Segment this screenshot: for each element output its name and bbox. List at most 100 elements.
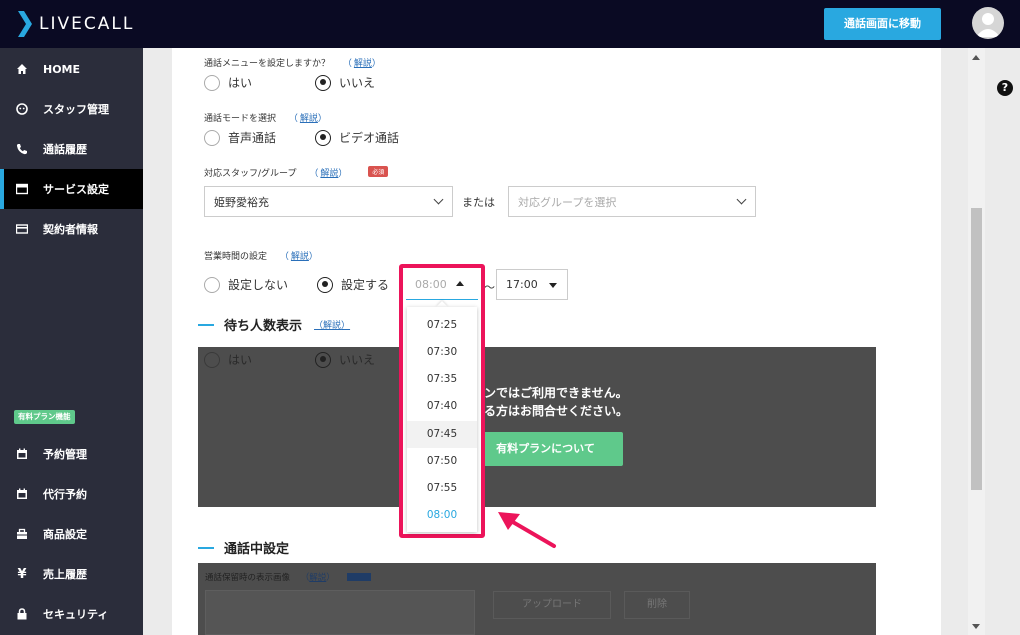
time-option[interactable]: 07:30 xyxy=(407,339,477,366)
sidebar-item-service-settings[interactable]: サービス設定 xyxy=(0,169,143,209)
time-option-hovered[interactable]: 07:45 xyxy=(407,421,477,448)
chevron-down-icon xyxy=(736,194,747,205)
user-avatar[interactable] xyxy=(972,7,1004,39)
sidebar-item-reservations[interactable]: 予約管理 xyxy=(0,434,143,474)
time-option[interactable]: 07:25 xyxy=(407,312,477,339)
sidebar-item-label: 商品設定 xyxy=(43,528,87,541)
sidebar-item-label: スタッフ管理 xyxy=(43,103,109,116)
logo-chevron-icon xyxy=(18,11,32,37)
go-to-call-screen-button[interactable]: 通話画面に移動 xyxy=(824,8,941,40)
sidebar-item-call-history[interactable]: 通話履歴 xyxy=(0,129,143,169)
sidebar-item-label: セキュリティ xyxy=(43,608,109,621)
voice-call-radio[interactable]: 音声通話 xyxy=(204,129,276,146)
call-menu-no-radio[interactable]: いいえ xyxy=(315,74,375,91)
lock-icon xyxy=(15,607,29,621)
scroll-up-icon[interactable] xyxy=(972,55,980,60)
radio-circle xyxy=(204,74,220,91)
waiting-help-link[interactable]: （解説） xyxy=(314,318,350,331)
end-time-select[interactable]: 17:00 xyxy=(496,269,568,300)
paid-plan-overlay xyxy=(198,347,876,507)
sidebar-item-proxy-reservation[interactable]: 代行予約 xyxy=(0,474,143,514)
paid-plan-badge: 有料プラン機能 xyxy=(14,410,75,424)
sidebar-item-sales-history[interactable]: ¥ 売上履歴 xyxy=(0,554,143,594)
radio-circle xyxy=(204,351,220,368)
scroll-thumb[interactable] xyxy=(971,208,982,490)
overlay-message-line2: る方はお問合せください。 xyxy=(484,404,629,418)
help-icon[interactable]: ? xyxy=(997,80,1013,96)
upload-button[interactable]: アップロード xyxy=(493,591,611,619)
hours-label: 営業時間の設定 （解説） xyxy=(204,252,318,262)
hours-on-radio[interactable]: 設定する xyxy=(317,276,389,293)
sidebar: HOME スタッフ管理 通話履歴 サービス設定 契約者情報 有料プラン機能 予約… xyxy=(0,48,143,635)
calendar-icon xyxy=(15,447,29,461)
staff-icon xyxy=(15,102,29,116)
waiting-yes-radio: はい xyxy=(204,351,252,368)
sidebar-item-label: 予約管理 xyxy=(43,448,87,461)
waiting-no-radio: いいえ xyxy=(315,351,375,368)
sidebar-item-label: 通話履歴 xyxy=(43,143,87,156)
time-option[interactable]: 07:40 xyxy=(407,393,477,420)
staff-select[interactable]: 姫野愛裕充 xyxy=(204,186,453,217)
home-icon xyxy=(15,62,29,76)
calendar-icon xyxy=(15,487,29,501)
video-call-radio[interactable]: ビデオ通話 xyxy=(315,129,399,146)
call-mode-help-link[interactable]: 解説 xyxy=(300,114,318,124)
box-icon xyxy=(15,527,29,541)
waiting-count-section-title: 待ち人数表示 （解説） xyxy=(198,315,350,334)
time-option[interactable]: 07:35 xyxy=(407,366,477,393)
sidebar-item-label: 売上履歴 xyxy=(43,568,87,581)
user-icon xyxy=(976,13,1000,37)
overlay-message-line1: ンではご利用できません。 xyxy=(484,386,628,400)
or-text: または xyxy=(462,196,495,209)
staff-group-help-link[interactable]: 解説 xyxy=(320,169,338,179)
hours-help-link[interactable]: 解説 xyxy=(291,252,309,262)
hours-off-radio[interactable]: 設定しない xyxy=(204,276,288,293)
time-option-selected[interactable]: 08:00 xyxy=(407,502,477,529)
hold-image-preview xyxy=(205,590,475,635)
sidebar-item-contractor-info[interactable]: 契約者情報 xyxy=(0,209,143,249)
sidebar-item-security[interactable]: セキュリティ xyxy=(0,594,143,634)
tilde-separator: 〜 xyxy=(484,281,495,294)
required-badge: 必須 xyxy=(368,166,389,177)
page-scrollbar[interactable] xyxy=(968,48,985,635)
radio-circle-checked xyxy=(315,129,331,146)
call-menu-yes-radio[interactable]: はい xyxy=(204,74,252,91)
chevron-down-icon xyxy=(433,194,444,205)
card-icon xyxy=(15,222,29,236)
sidebar-item-product-settings[interactable]: 商品設定 xyxy=(0,514,143,554)
radio-circle xyxy=(204,276,220,293)
hold-image-label: 通話保留時の表示画像 （解説） xyxy=(205,571,372,583)
brand-name: LIVECALL xyxy=(39,14,135,34)
call-menu-label: 通話メニューを設定しますか？ （解説） xyxy=(204,59,381,69)
sidebar-item-staff[interactable]: スタッフ管理 xyxy=(0,89,143,129)
badge-dim xyxy=(347,573,372,581)
time-option[interactable]: 07:55 xyxy=(407,475,477,502)
call-mode-label: 通話モードを選択 （解説） xyxy=(204,114,327,124)
sidebar-item-label: 契約者情報 xyxy=(43,223,98,236)
radio-circle-checked xyxy=(317,276,333,293)
yen-icon: ¥ xyxy=(17,566,27,582)
radio-circle-checked xyxy=(315,74,331,91)
annotation-arrow-icon xyxy=(498,512,556,548)
phone-icon xyxy=(15,142,29,156)
in-call-section-title: 通話中設定 xyxy=(198,538,289,557)
caret-up-icon xyxy=(456,281,464,286)
time-dropdown-list: 07:25 07:30 07:35 07:40 07:45 07:50 07:5… xyxy=(407,307,477,532)
sidebar-item-label: HOME xyxy=(43,62,81,76)
scroll-down-icon[interactable] xyxy=(972,624,980,629)
section-dash xyxy=(198,323,214,326)
time-option[interactable]: 07:50 xyxy=(407,448,477,475)
sidebar-item-label: サービス設定 xyxy=(43,183,109,196)
about-paid-plan-button[interactable]: 有料プランについて xyxy=(468,432,623,466)
top-bar: LIVECALL 通話画面に移動 xyxy=(0,0,1020,48)
sidebar-item-home[interactable]: HOME xyxy=(0,49,143,89)
radio-circle-checked xyxy=(315,351,331,368)
section-dash xyxy=(198,546,214,549)
start-time-select[interactable]: 08:00 xyxy=(406,269,478,300)
sidebar-item-label: 代行予約 xyxy=(43,488,87,501)
delete-button[interactable]: 削除 xyxy=(624,591,690,619)
call-menu-help-link[interactable]: 解説 xyxy=(354,59,372,69)
brand-logo[interactable]: LIVECALL xyxy=(18,11,134,37)
staff-group-label: 対応スタッフ/グループ （解説） 必須 xyxy=(204,166,389,179)
group-select[interactable]: 対応グループを選択 xyxy=(508,186,756,217)
